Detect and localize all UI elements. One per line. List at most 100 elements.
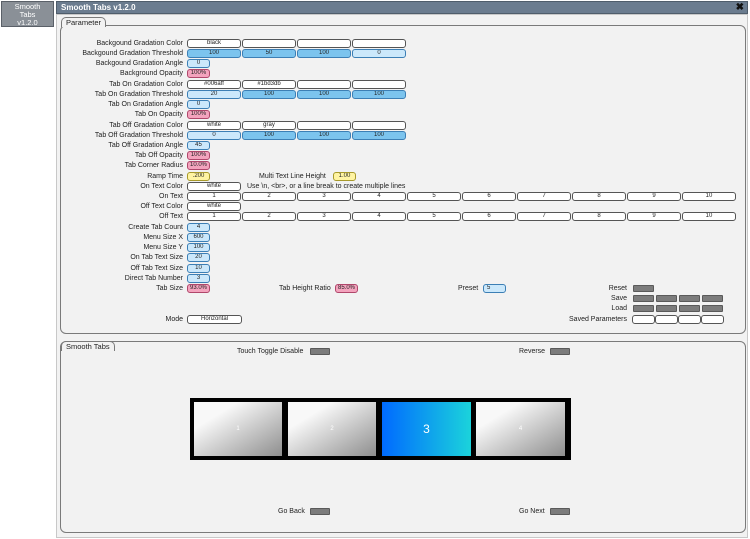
on-threshold-field-1[interactable]: 20: [187, 90, 241, 99]
off-angle-field[interactable]: 45: [187, 141, 210, 150]
reverse-button[interactable]: [550, 348, 570, 355]
on-threshold-field-3[interactable]: 100: [297, 90, 351, 99]
label-bg-opacity: Background Opacity: [119, 70, 183, 77]
on-angle-field[interactable]: 0: [187, 100, 210, 109]
create-count-field[interactable]: 4: [187, 223, 210, 232]
on-text-field-3[interactable]: 3: [297, 192, 351, 201]
saved-param-field-4[interactable]: [701, 315, 724, 324]
off-text-field-1[interactable]: 1: [187, 212, 241, 221]
tab-1[interactable]: 1: [194, 402, 282, 456]
on-text-field-1[interactable]: 1: [187, 192, 241, 201]
bg-opacity-field[interactable]: 100%: [187, 69, 210, 78]
on-text-field-2[interactable]: 2: [242, 192, 296, 201]
on-text-field-7[interactable]: 7: [517, 192, 571, 201]
ramp-time-field[interactable]: .200: [187, 172, 210, 181]
menu-x-field[interactable]: 600: [187, 233, 210, 242]
off-text-field-2[interactable]: 2: [242, 212, 296, 221]
load-button-3[interactable]: [679, 305, 700, 312]
on-text-field-9[interactable]: 9: [627, 192, 681, 201]
off-color-field-4[interactable]: [352, 121, 406, 130]
off-threshold-field-4[interactable]: 100: [352, 131, 406, 140]
label-go-back: Go Back: [278, 508, 305, 515]
off-text-field-3[interactable]: 3: [297, 212, 351, 221]
off-opacity-field[interactable]: 100%: [187, 151, 210, 160]
off-color-field-2[interactable]: gray: [242, 121, 296, 130]
menu-y-field[interactable]: 100: [187, 243, 210, 252]
off-color-field-3[interactable]: [297, 121, 351, 130]
sidebar-smooth-tabs-button[interactable]: Smooth Tabs v1.2.0: [1, 1, 54, 27]
on-text-color-field[interactable]: white: [187, 182, 241, 191]
on-text-field-10[interactable]: 10: [682, 192, 736, 201]
load-button-1[interactable]: [633, 305, 654, 312]
label-bg-color: Backgound Gradation Color: [96, 40, 183, 47]
label-bg-angle: Backgound Gradation Angle: [95, 60, 183, 67]
tab-height-ratio-field[interactable]: 85.0%: [335, 284, 358, 293]
off-text-color-field[interactable]: white: [187, 202, 241, 211]
off-text-field-7[interactable]: 7: [517, 212, 571, 221]
label-on-color: Tab On Gradation Color: [109, 81, 183, 88]
label-load: Load: [611, 305, 627, 312]
on-text-field-8[interactable]: 8: [572, 192, 626, 201]
save-button-2[interactable]: [656, 295, 677, 302]
saved-param-field-2[interactable]: [655, 315, 678, 324]
bg-color-field-1[interactable]: black: [187, 39, 241, 48]
bg-color-field-3[interactable]: [297, 39, 351, 48]
multi-line-hint: Use \n, <br>, or a line break to create …: [247, 183, 406, 190]
save-button-1[interactable]: [633, 295, 654, 302]
tab-2[interactable]: 2: [288, 402, 376, 456]
off-text-size-field[interactable]: 10: [187, 264, 210, 273]
bg-angle-field[interactable]: 0: [187, 59, 210, 68]
close-icon[interactable]: ✖: [736, 2, 744, 13]
corner-radius-field[interactable]: 10.0%: [187, 161, 210, 170]
reset-button[interactable]: [633, 285, 654, 292]
tab-size-field[interactable]: 93.0%: [187, 284, 210, 293]
bg-color-field-2[interactable]: [242, 39, 296, 48]
on-color-field-4[interactable]: [352, 80, 406, 89]
off-text-field-6[interactable]: 6: [462, 212, 516, 221]
go-next-button[interactable]: [550, 508, 570, 515]
on-color-field-3[interactable]: [297, 80, 351, 89]
off-text-field-4[interactable]: 4: [352, 212, 406, 221]
smooth-tabs-strip: 1 2 3 4: [190, 398, 571, 460]
off-threshold-field-2[interactable]: 100: [242, 131, 296, 140]
bg-threshold-field-1[interactable]: 100: [187, 49, 241, 58]
bg-threshold-field-2[interactable]: 50: [242, 49, 296, 58]
off-text-field-5[interactable]: 5: [407, 212, 461, 221]
bg-color-field-4[interactable]: [352, 39, 406, 48]
off-threshold-field-1[interactable]: 0: [187, 131, 241, 140]
on-threshold-field-4[interactable]: 100: [352, 90, 406, 99]
preset-field[interactable]: 5: [483, 284, 506, 293]
on-text-size-field[interactable]: 20: [187, 253, 210, 262]
tab-4[interactable]: 4: [476, 402, 565, 456]
on-text-field-4[interactable]: 4: [352, 192, 406, 201]
label-reset: Reset: [608, 285, 627, 292]
tab-3-active[interactable]: 3: [382, 402, 471, 456]
load-button-4[interactable]: [702, 305, 723, 312]
bg-threshold-field-3[interactable]: 100: [297, 49, 351, 58]
label-go-next: Go Next: [519, 508, 545, 515]
label-off-text-size: Off Tab Text Size: [130, 265, 183, 272]
multi-line-height-field[interactable]: 1.00: [333, 172, 356, 181]
label-off-color: Tab Off Gradation Color: [109, 122, 183, 129]
on-opacity-field[interactable]: 100%: [187, 110, 210, 119]
go-back-button[interactable]: [310, 508, 330, 515]
on-color-field-2[interactable]: #1bd3db: [242, 80, 296, 89]
mode-dropdown[interactable]: Horizontal: [187, 315, 242, 324]
off-text-field-9[interactable]: 9: [627, 212, 681, 221]
touch-toggle-disable-button[interactable]: [310, 348, 330, 355]
save-button-4[interactable]: [702, 295, 723, 302]
on-threshold-field-2[interactable]: 100: [242, 90, 296, 99]
on-text-field-5[interactable]: 5: [407, 192, 461, 201]
off-color-field-1[interactable]: white: [187, 121, 241, 130]
saved-param-field-1[interactable]: [632, 315, 655, 324]
off-threshold-field-3[interactable]: 100: [297, 131, 351, 140]
on-text-field-6[interactable]: 6: [462, 192, 516, 201]
on-color-field-1[interactable]: #006aff: [187, 80, 241, 89]
save-button-3[interactable]: [679, 295, 700, 302]
load-button-2[interactable]: [656, 305, 677, 312]
off-text-field-10[interactable]: 10: [682, 212, 736, 221]
off-text-field-8[interactable]: 8: [572, 212, 626, 221]
saved-param-field-3[interactable]: [678, 315, 701, 324]
bg-threshold-field-4[interactable]: 0: [352, 49, 406, 58]
direct-tab-field[interactable]: 3: [187, 274, 210, 283]
